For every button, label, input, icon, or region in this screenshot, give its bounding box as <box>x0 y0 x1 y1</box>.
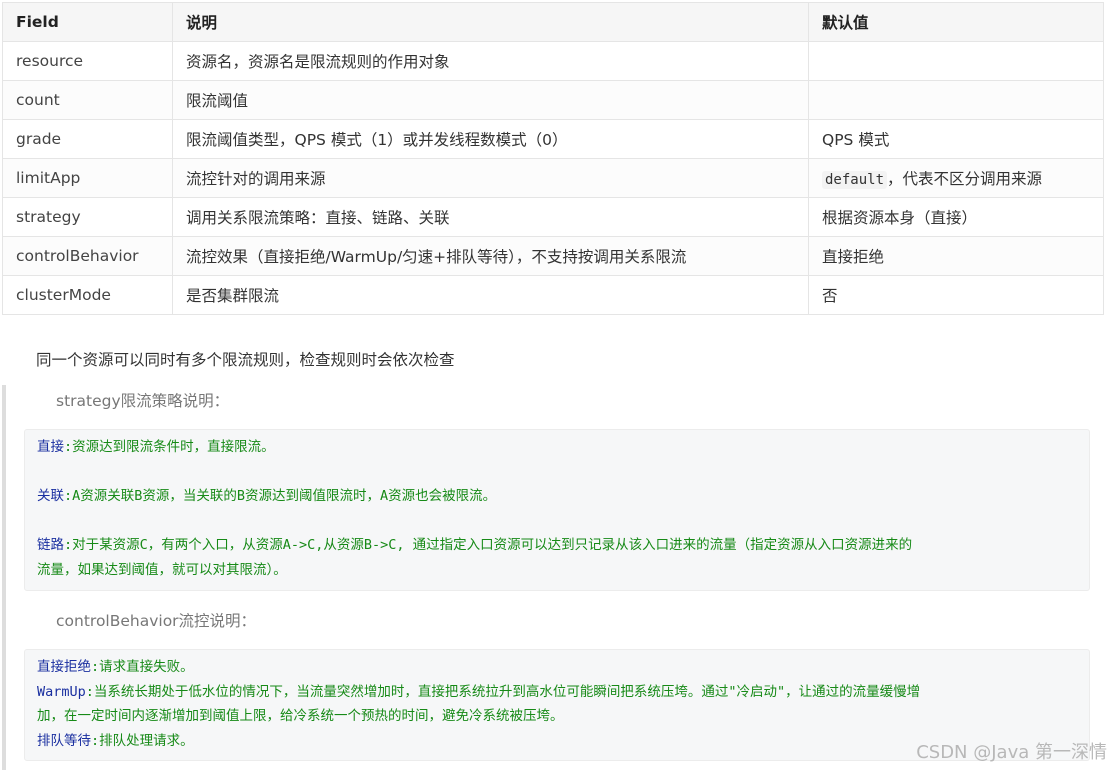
field-cell: controlBehavior <box>2 236 173 276</box>
code-line-warmup: WarmUp:当系统长期处于低水位的情况下，当流量突然增加时，直接把系统拉升到高… <box>37 680 1077 705</box>
behavior-section-label: controlBehavior流控说明： <box>56 612 257 630</box>
code-keyword: WarmUp <box>37 683 86 700</box>
table-row: count 限流阈值 <box>2 80 1104 120</box>
explanation-blockquote: strategy限流策略说明： 直接:资源达到限流条件时，直接限流。 关联:A资… <box>2 385 1103 770</box>
strategy-section-label: strategy限流策略说明： <box>56 392 230 410</box>
code-text: :A资源关联B资源，当关联的B资源达到阈值限流时，A资源也会被限流。 <box>64 488 497 504</box>
code-text: :对于某资源C，有两个入口，从资源A->C,从资源B->C, 通过指定入口资源可… <box>64 537 913 553</box>
strategy-code-block: 直接:资源达到限流条件时，直接限流。 关联:A资源关联B资源，当关联的B资源达到… <box>24 429 1090 591</box>
description-cell: 流控针对的调用来源 <box>172 158 809 198</box>
table-row: clusterMode 是否集群限流 否 <box>2 275 1104 315</box>
table-row: limitApp 流控针对的调用来源 default ，代表不区分调用来源 <box>2 158 1104 198</box>
description-cell: 是否集群限流 <box>172 275 809 315</box>
description-cell: 限流阈值 <box>172 80 809 120</box>
description-cell: 限流阈值类型，QPS 模式（1）或并发线程数模式（0） <box>172 119 809 159</box>
code-line-chain: 链路:对于某资源C，有两个入口，从资源A->C,从资源B->C, 通过指定入口资… <box>37 533 1077 558</box>
flow-rule-field-table: Field 说明 默认值 resource 资源名，资源名是限流规则的作用对象 … <box>2 2 1104 315</box>
field-cell: limitApp <box>2 158 173 198</box>
description-cell: 调用关系限流策略：直接、链路、关联 <box>172 197 809 237</box>
field-cell: clusterMode <box>2 275 173 315</box>
code-keyword: 排队等待 <box>37 732 91 749</box>
default-cell <box>808 80 1104 120</box>
multiple-rules-note: 同一个资源可以同时有多个限流规则，检查规则时会依次检查 <box>36 351 455 369</box>
column-header-description: 说明 <box>172 2 809 42</box>
field-cell: count <box>2 80 173 120</box>
code-line-chain-continued: 流量，如果达到阈值，就可以对其限流）。 <box>37 561 287 578</box>
table-row: resource 资源名，资源名是限流规则的作用对象 <box>2 41 1104 81</box>
field-cell: resource <box>2 41 173 81</box>
column-header-default: 默认值 <box>808 2 1104 42</box>
default-cell: default ，代表不区分调用来源 <box>808 158 1104 198</box>
default-cell: 根据资源本身（直接） <box>808 197 1104 237</box>
default-cell <box>808 41 1104 81</box>
table-row: strategy 调用关系限流策略：直接、链路、关联 根据资源本身（直接） <box>2 197 1104 237</box>
code-text: :当系统长期处于低水位的情况下，当流量突然增加时，直接把系统拉升到高水位可能瞬间… <box>85 683 921 700</box>
code-keyword: 直接 <box>37 439 64 455</box>
field-cell: strategy <box>2 197 173 237</box>
csdn-watermark: CSDN @Java 第一深情 <box>916 742 1107 763</box>
default-cell: 直接拒绝 <box>808 236 1104 276</box>
column-header-field: Field <box>2 2 173 42</box>
inline-code-default: default <box>822 171 888 189</box>
field-cell: grade <box>2 119 173 159</box>
code-line-relate: 关联:A资源关联B资源，当关联的B资源达到阈值限流时，A资源也会被限流。 <box>37 484 1077 509</box>
default-cell: 否 <box>808 275 1104 315</box>
table-row: controlBehavior 流控效果（直接拒绝/WarmUp/匀速+排队等待… <box>2 236 1104 276</box>
code-line-warmup-continued: 加，在一定时间内逐渐增加到阈值上限，给冷系统一个预热的时间，避免冷系统被压垮。 <box>37 708 564 724</box>
default-cell: QPS 模式 <box>808 119 1104 159</box>
code-text: :排队处理请求。 <box>91 732 194 749</box>
code-keyword: 链路 <box>37 537 64 553</box>
code-line-direct: 直接:资源达到限流条件时，直接限流。 <box>37 435 1077 460</box>
table-row: grade 限流阈值类型，QPS 模式（1）或并发线程数模式（0） QPS 模式 <box>2 119 1104 159</box>
code-keyword: 直接拒绝 <box>37 659 91 675</box>
code-line-reject: 直接拒绝:请求直接失败。 <box>37 655 1077 680</box>
description-cell: 资源名，资源名是限流规则的作用对象 <box>172 41 809 81</box>
code-keyword: 关联 <box>37 488 64 504</box>
default-cell-text: ，代表不区分调用来源 <box>887 170 1043 188</box>
code-text: :资源达到限流条件时，直接限流。 <box>64 439 275 455</box>
code-text: :请求直接失败。 <box>91 659 194 675</box>
description-cell: 流控效果（直接拒绝/WarmUp/匀速+排队等待），不支持按调用关系限流 <box>172 236 809 276</box>
table-header-row: Field 说明 默认值 <box>2 2 1104 42</box>
